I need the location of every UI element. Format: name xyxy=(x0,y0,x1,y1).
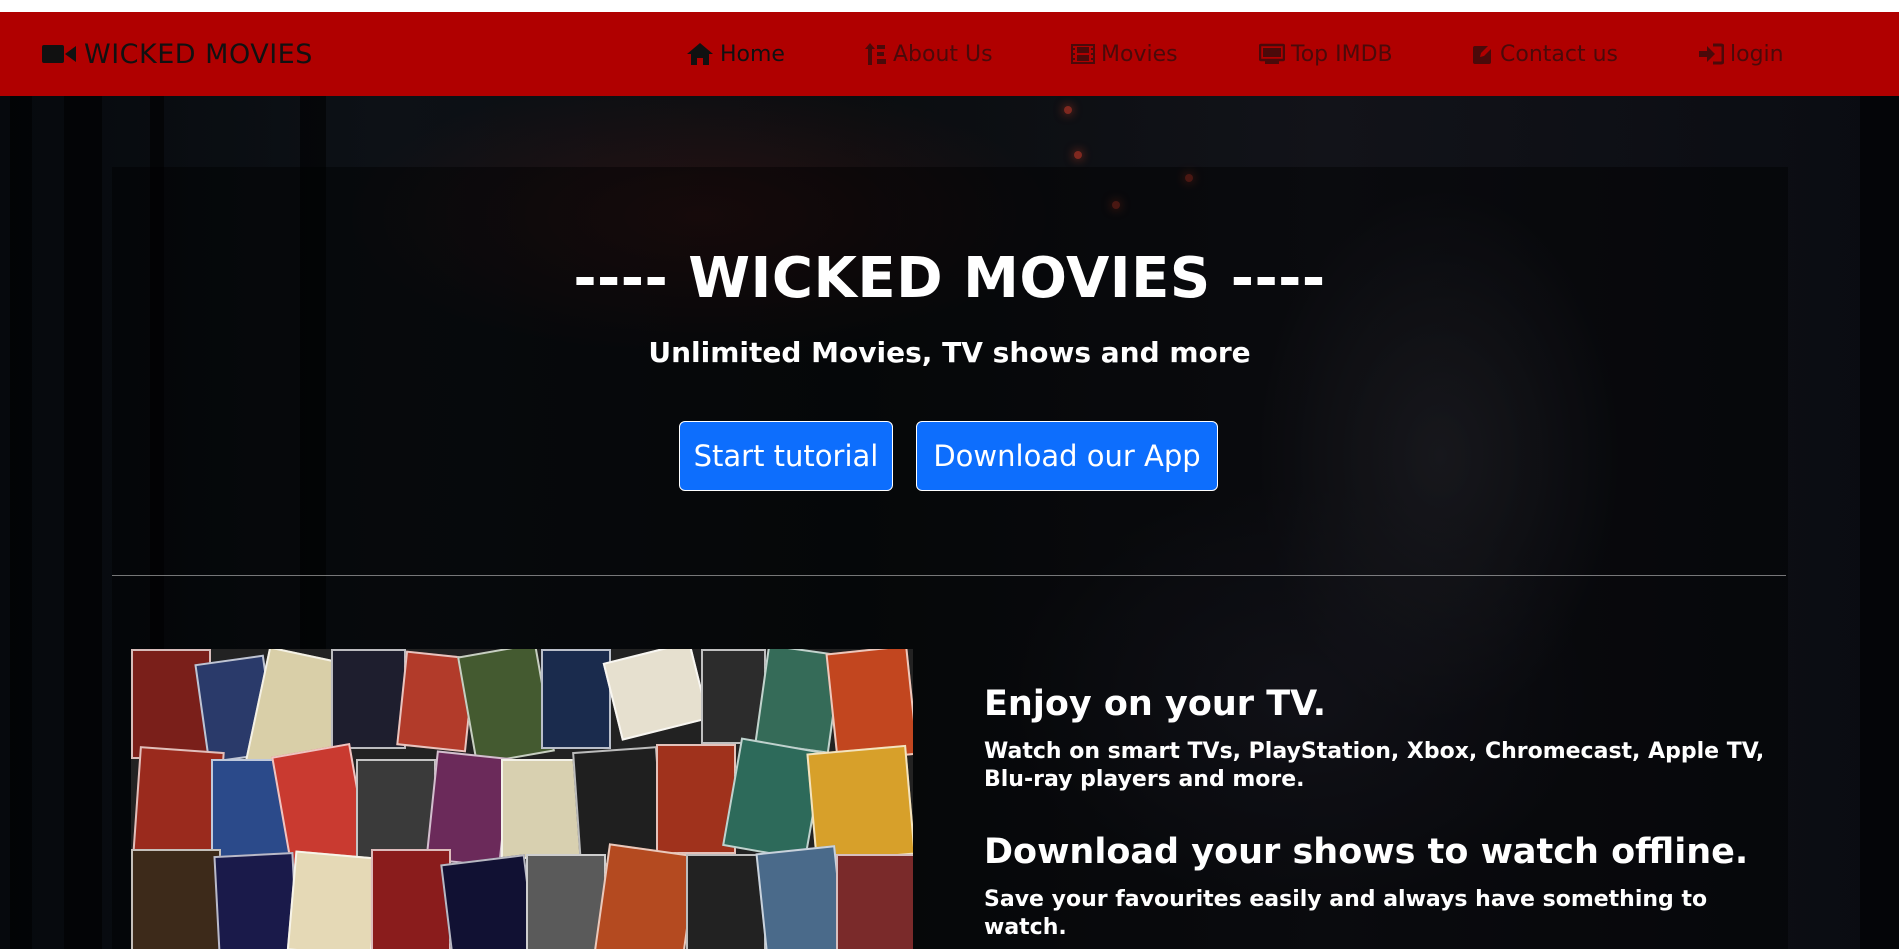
nav-home-label: Home xyxy=(720,41,785,67)
sign-in-icon xyxy=(1698,43,1724,65)
feature-title: Download your shows to watch offline. xyxy=(984,832,1749,872)
movie-poster-collage xyxy=(131,649,913,949)
nav-top-imdb[interactable]: Top IMDB xyxy=(1259,12,1393,96)
hero-title: ---- WICKED MOVIES ---- xyxy=(573,246,1326,311)
ember xyxy=(1064,106,1072,114)
feature-title: Enjoy on your TV. xyxy=(984,684,1326,724)
feature-text: Save your favourites easily and always h… xyxy=(984,887,1708,940)
top-strip xyxy=(0,0,1899,12)
tree-trunk xyxy=(10,96,32,949)
poster xyxy=(836,854,913,949)
ember xyxy=(1074,151,1082,159)
poster xyxy=(593,843,699,949)
edit-icon xyxy=(1472,43,1494,65)
poster xyxy=(286,850,381,949)
video-camera-icon xyxy=(42,43,76,65)
feature-text: Watch on smart TVs, PlayStation, Xbox, C… xyxy=(984,739,1765,792)
nav-home[interactable]: Home xyxy=(686,12,785,96)
navbar: WICKED MOVIES Home About Us Movies Top I… xyxy=(0,12,1899,96)
poster xyxy=(440,854,537,949)
section-divider xyxy=(112,575,1786,576)
tree-trunk xyxy=(1860,96,1899,949)
nav-about-us[interactable]: About Us xyxy=(865,12,993,96)
start-tutorial-button[interactable]: Start tutorial xyxy=(679,421,893,491)
poster xyxy=(331,649,406,749)
poster xyxy=(602,649,710,741)
brand-name: WICKED MOVIES xyxy=(84,38,313,70)
nav-contact-us[interactable]: Contact us xyxy=(1472,12,1618,96)
brand-link[interactable]: WICKED MOVIES xyxy=(42,12,313,96)
poster xyxy=(213,851,299,949)
nav-contact-us-label: Contact us xyxy=(1500,41,1618,67)
nav-top-imdb-label: Top IMDB xyxy=(1291,41,1393,67)
nav-login[interactable]: login xyxy=(1698,12,1784,96)
nav-about-us-label: About Us xyxy=(893,41,993,67)
poster xyxy=(755,845,847,949)
poster xyxy=(356,759,436,859)
hero-subtitle: Unlimited Movies, TV shows and more xyxy=(648,336,1251,369)
poster xyxy=(686,854,766,949)
sort-icon xyxy=(865,42,887,66)
poster xyxy=(526,854,606,949)
nav-login-label: login xyxy=(1730,41,1784,67)
nav-movies[interactable]: Movies xyxy=(1071,12,1178,96)
download-app-button[interactable]: Download our App xyxy=(916,421,1218,491)
poster xyxy=(501,759,581,859)
poster xyxy=(541,649,611,749)
poster xyxy=(131,849,221,949)
tree-trunk xyxy=(64,96,102,949)
film-icon xyxy=(1071,43,1095,65)
nav-movies-label: Movies xyxy=(1101,41,1178,67)
hero-section: ---- WICKED MOVIES ---- Unlimited Movies… xyxy=(0,96,1899,949)
home-icon xyxy=(686,42,714,66)
poster xyxy=(371,849,451,949)
tv-icon xyxy=(1259,43,1285,65)
